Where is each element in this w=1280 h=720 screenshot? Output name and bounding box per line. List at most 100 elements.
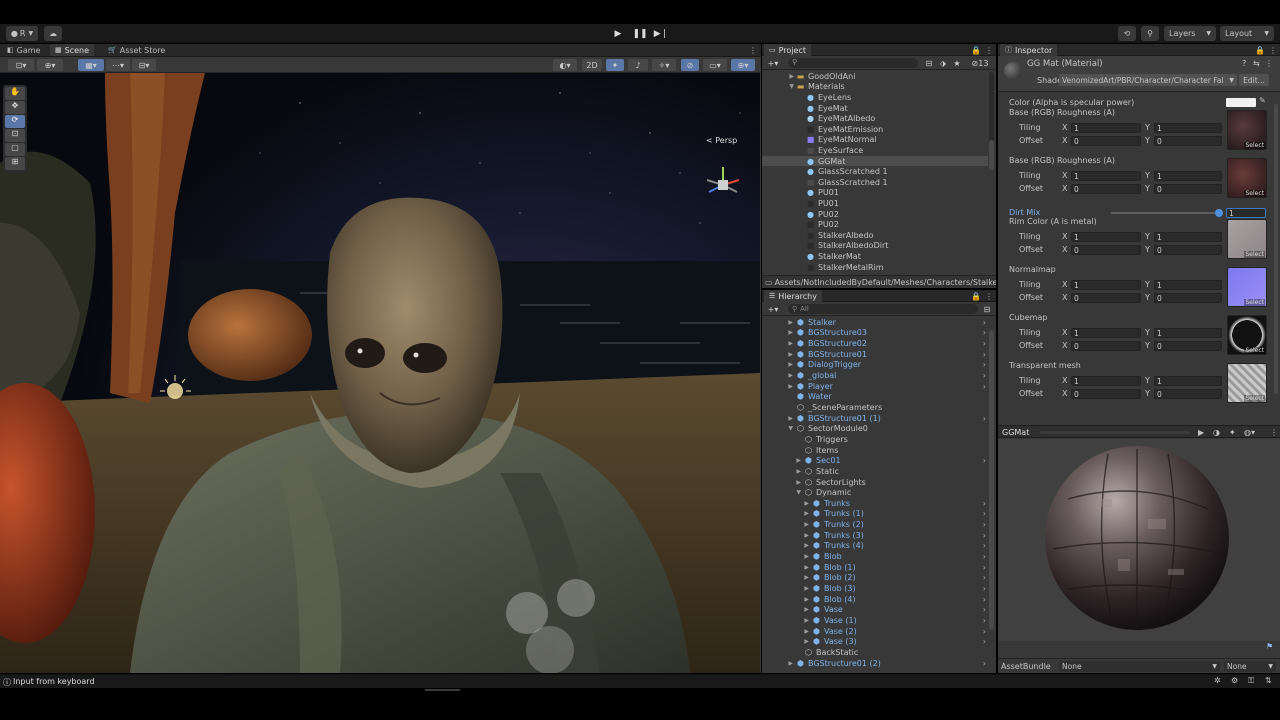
project-item[interactable]: ■ EyeSurface (762, 145, 988, 156)
tool-transform-icon[interactable]: ⊞ (5, 157, 25, 170)
expand-arrow-icon[interactable]: ▶ (762, 319, 796, 326)
open-prefab-icon[interactable]: › (983, 616, 986, 625)
offset-x-field[interactable]: 0 (1071, 184, 1141, 194)
search-button[interactable]: ⚲ (1141, 26, 1159, 41)
expand-arrow-icon[interactable]: ▶ (762, 585, 812, 592)
open-prefab-icon[interactable]: › (983, 350, 986, 359)
hierarchy-item[interactable]: ▶ ⬢ BGStructure01 › (762, 349, 988, 360)
open-prefab-icon[interactable]: › (983, 563, 986, 572)
project-item[interactable]: ● EyeLens (762, 92, 988, 103)
select-label[interactable]: Select (1244, 347, 1265, 354)
project-item[interactable]: ■ PU02 (762, 219, 988, 230)
hierarchy-item[interactable]: ▶ ⬢ Vase (1) › (762, 615, 988, 626)
favorite-button[interactable]: ★ (951, 58, 963, 68)
tool-rect-icon[interactable]: ▢ (5, 143, 25, 156)
play-icon[interactable]: ▶ (1198, 428, 1204, 437)
texture-slot[interactable]: Select (1227, 267, 1267, 307)
eyedropper-icon[interactable]: ✎ (1259, 96, 1266, 105)
hierarchy-item[interactable]: ▶ ⬢ Blob › (762, 551, 988, 562)
project-item[interactable]: ■ GlassScratched 1 (762, 177, 988, 188)
orientation-gizmo[interactable] (700, 160, 746, 206)
increment-snap-dropdown[interactable]: ⊟▾ (132, 59, 156, 71)
project-item[interactable]: ■ EyeMatEmission (762, 124, 988, 135)
hierarchy-item[interactable]: ▶ ⬢ Trunks › (762, 498, 988, 509)
project-path[interactable]: Assets/NotIncludedByDefault/Meshes/Chara… (775, 278, 996, 287)
play-button[interactable]: ▶ (611, 27, 625, 40)
dirt-mix-slider-track[interactable] (1111, 212, 1219, 214)
hierarchy-item[interactable]: ▼ ⬡ Dynamic (762, 487, 988, 498)
hierarchy-item[interactable]: ▶ ⬢ Trunks (2) › (762, 519, 988, 530)
hierarchy-item[interactable]: ▶ ⬢ Blob (1) › (762, 562, 988, 573)
open-prefab-icon[interactable]: › (983, 627, 986, 636)
search-by-type-button[interactable]: ⊟ (923, 58, 935, 68)
select-label[interactable]: Select (1244, 251, 1265, 258)
expand-arrow-icon[interactable]: ▶ (762, 415, 796, 422)
create-button[interactable]: +▾ (765, 58, 781, 68)
hierarchy-item[interactable]: ▶ ⬢ BGStructure03 › (762, 328, 988, 339)
create-button[interactable]: +▾ (765, 304, 781, 314)
project-scrollbar-thumb[interactable] (989, 140, 994, 170)
open-prefab-icon[interactable]: › (983, 605, 986, 614)
effects-dropdown[interactable]: ✧▾ (652, 59, 676, 71)
offset-x-field[interactable]: 0 (1071, 136, 1141, 146)
preview-type-icon[interactable]: ◑ (1213, 428, 1220, 437)
tiling-y-field[interactable]: 1 (1154, 232, 1222, 242)
scene-options-button[interactable]: ⊟ (982, 304, 992, 314)
hidden-packages-button[interactable]: ⊘ 13 (967, 58, 993, 68)
offset-y-field[interactable]: 0 (1154, 184, 1222, 194)
light-icon[interactable]: ✦ (1229, 428, 1236, 437)
expand-arrow-icon[interactable]: ▶ (762, 606, 812, 613)
hierarchy-item[interactable]: ▶ ⬢ Vase (2) › (762, 626, 988, 637)
shader-dropdown[interactable]: VenomizedArt/PBR/Character/Character Fal… (1059, 74, 1237, 86)
status-message[interactable]: Input from keyboard (13, 677, 95, 686)
expand-arrow-icon[interactable]: ▶ (762, 628, 812, 635)
open-prefab-icon[interactable]: › (983, 541, 986, 550)
hierarchy-search-input[interactable]: ⚲ All (788, 304, 978, 314)
open-prefab-icon[interactable]: › (983, 520, 986, 529)
offset-x-field[interactable]: 0 (1071, 245, 1141, 255)
kebab-icon[interactable]: ⋮ (1270, 428, 1278, 437)
open-prefab-icon[interactable]: › (983, 339, 986, 348)
hierarchy-item[interactable]: ▶ ⬡ SectorLights (762, 477, 988, 488)
tab-scene[interactable]: ▦ Scene (50, 44, 95, 56)
tiling-x-field[interactable]: 1 (1071, 123, 1141, 133)
open-prefab-icon[interactable]: › (983, 573, 986, 582)
expand-arrow-icon[interactable]: ▶ (762, 617, 812, 624)
hierarchy-item[interactable]: ▶ ⬢ DialogTrigger › (762, 360, 988, 371)
hierarchy-item[interactable]: ▶ ⬢ Trunks (4) › (762, 541, 988, 552)
expand-arrow-icon[interactable]: ▶ (762, 479, 804, 486)
hierarchy-item[interactable]: ⬡ Triggers (762, 434, 988, 445)
layers-dropdown[interactable]: Layers ▼ (1164, 26, 1216, 41)
project-item[interactable]: ● GlassScratched 1 (762, 166, 988, 177)
tool-scale-icon[interactable]: ⊡ (5, 129, 25, 142)
offset-y-field[interactable]: 0 (1154, 389, 1222, 399)
grid-visibility-dropdown[interactable]: ⋯▾ (106, 59, 130, 71)
gizmos-dropdown[interactable]: ⊕▾ (731, 59, 755, 71)
expand-arrow-icon[interactable]: ▶ (762, 361, 796, 368)
expand-arrow-icon[interactable]: ▶ (762, 574, 812, 581)
offset-x-field[interactable]: 0 (1071, 389, 1141, 399)
open-prefab-icon[interactable]: › (983, 371, 986, 380)
tab-inspector[interactable]: ⓘ Inspector (1000, 44, 1058, 56)
project-item[interactable]: ■ StalkerAlbedo (762, 230, 988, 241)
expand-arrow-icon[interactable]: ▶ (762, 329, 796, 336)
hierarchy-item[interactable]: ▶ ⬢ Stalker › (762, 317, 988, 328)
offset-x-field[interactable]: 0 (1071, 341, 1141, 351)
texture-slot[interactable]: Select (1227, 315, 1267, 355)
open-prefab-icon[interactable]: › (983, 499, 986, 508)
offset-y-field[interactable]: 0 (1154, 293, 1222, 303)
tiling-y-field[interactable]: 1 (1154, 123, 1222, 133)
hierarchy-item[interactable]: ▼ ⬡ SectorModule0 (762, 424, 988, 435)
cache-icon[interactable]: ⚿ (1248, 676, 1254, 686)
texture-slot[interactable]: Select (1227, 110, 1267, 150)
tool-hand-icon[interactable]: ✋ (5, 87, 25, 100)
expand-arrow-icon[interactable]: ▶ (762, 372, 796, 379)
panel-menu[interactable]: ⋮ (980, 44, 996, 56)
pivot-dropdown[interactable]: ⊕▾ (37, 59, 63, 71)
select-label[interactable]: Select (1244, 395, 1265, 402)
search-by-label-button[interactable]: ⬗ (937, 58, 949, 68)
project-item[interactable]: ■ EyeMatNormal (762, 135, 988, 146)
project-item[interactable]: ● PU01 (762, 188, 988, 199)
assetbundle-variant-dropdown[interactable]: None ▼ (1224, 661, 1276, 672)
open-prefab-icon[interactable]: › (983, 637, 986, 646)
